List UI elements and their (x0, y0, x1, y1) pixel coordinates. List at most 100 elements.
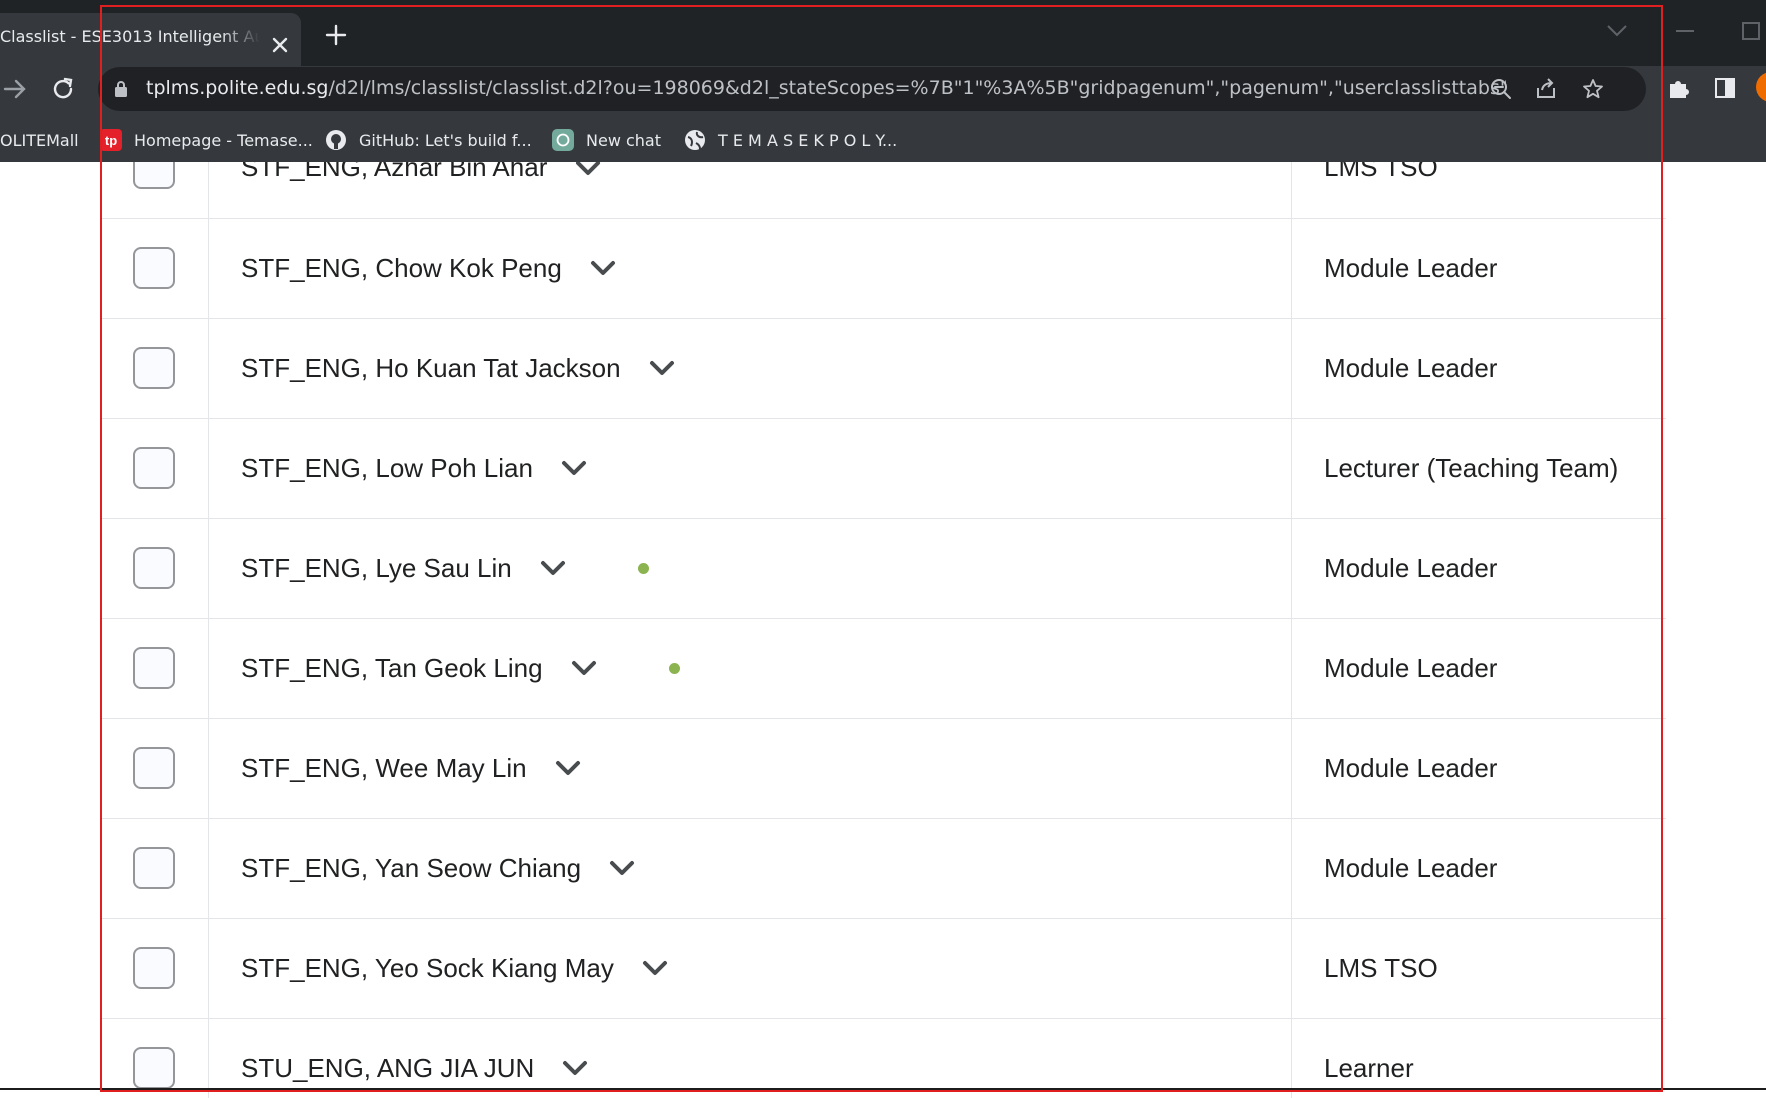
bookmark-label: GitHub: Let's build f... (359, 130, 532, 150)
plus-icon[interactable] (323, 22, 349, 48)
row-select-cell (100, 162, 209, 219)
row-select-cell (100, 918, 209, 1019)
url-text[interactable]: tplms.polite.edu.sg/d2l/lms/classlist/cl… (146, 77, 1506, 99)
row-select-checkbox[interactable] (133, 447, 175, 489)
user-name-cell: STF_ENG, Wee May Lin (208, 718, 1292, 819)
user-role-cell: Module Leader (1291, 518, 1666, 619)
url-path: /d2l/lms/classlist/classlist.d2l?ou=1980… (328, 77, 1506, 99)
row-select-cell (100, 418, 209, 519)
bookmark-label: T E M A S E K P O L Y... (718, 130, 898, 150)
row-select-cell (100, 618, 209, 719)
user-name-group: STF_ENG, Tan Geok Ling (241, 653, 680, 684)
classlist-table: STF_ENG, Azhar Bin Ahar LMS TSO STF_ENG, C… (100, 162, 1666, 1098)
bookmark-label: OLITEMall (0, 130, 79, 150)
user-name-link[interactable]: STF_ENG, Azhar Bin Ahar (241, 162, 547, 183)
row-select-checkbox[interactable] (133, 947, 175, 989)
user-role-cell: Learner (1291, 1018, 1666, 1098)
user-name-link[interactable]: STF_ENG, Tan Geok Ling (241, 653, 543, 684)
table-row: STF_ENG, Tan Geok Ling Module Leader (100, 618, 1666, 719)
minimize-icon[interactable] (1676, 30, 1694, 32)
row-select-checkbox[interactable] (133, 647, 175, 689)
row-select-checkbox[interactable] (133, 247, 175, 289)
maximize-icon[interactable] (1742, 22, 1760, 40)
bookmarks-bar: OLITEMall tp Homepage - Temase... GitHub… (0, 118, 1766, 162)
url-host: tplms.polite.edu.sg (146, 77, 329, 99)
user-name-cell: STF_ENG, Yan Seow Chiang (208, 818, 1292, 919)
table-row: STU_ENG, ANG JIA JUN Learner (100, 1018, 1666, 1098)
bottom-border (0, 1088, 1766, 1090)
user-role-cell: LMS TSO (1291, 162, 1666, 219)
table-row: STF_ENG, Ho Kuan Tat Jackson Module Leade… (100, 318, 1666, 419)
user-role-cell: Module Leader (1291, 318, 1666, 419)
user-name-group: STF_ENG, Yeo Sock Kiang May (241, 953, 668, 984)
row-select-checkbox[interactable] (133, 1047, 175, 1089)
chevron-down-icon[interactable] (575, 162, 601, 177)
table-row: STF_ENG, Lye Sau Lin Module Leader (100, 518, 1666, 619)
active-tab[interactable]: Classlist - ESE3013 Intelligent Automati… (0, 13, 301, 67)
chevron-down-icon[interactable] (590, 259, 616, 277)
github-icon (326, 130, 346, 150)
user-role-cell: Module Leader (1291, 218, 1666, 319)
bookmark-github[interactable]: GitHub: Let's build f... (325, 118, 532, 162)
user-name-cell: STF_ENG, Azhar Bin Ahar (208, 162, 1292, 219)
side-panel-icon[interactable] (1713, 76, 1737, 100)
user-name-link[interactable]: STF_ENG, Low Poh Lian (241, 453, 533, 484)
user-name-group: STF_ENG, Azhar Bin Ahar (241, 162, 601, 183)
bookmark-temasekpoly[interactable]: T E M A S E K P O L Y... (684, 118, 897, 162)
chevron-down-icon[interactable] (540, 559, 566, 577)
close-icon[interactable] (271, 36, 289, 54)
row-select-cell (100, 818, 209, 919)
share-icon[interactable] (1535, 78, 1557, 100)
user-role-cell: Module Leader (1291, 618, 1666, 719)
chevron-down-icon[interactable] (1606, 24, 1628, 38)
user-name-cell: STF_ENG, Chow Kok Peng (208, 218, 1292, 319)
chevron-down-icon[interactable] (561, 459, 587, 477)
address-bar[interactable]: tplms.polite.edu.sg/d2l/lms/classlist/cl… (98, 67, 1646, 111)
row-select-cell (100, 1018, 209, 1098)
zoom-out-icon[interactable] (1490, 78, 1512, 100)
chevron-down-icon[interactable] (609, 859, 635, 877)
user-name-link[interactable]: STF_ENG, Yan Seow Chiang (241, 853, 581, 884)
table-row: STF_ENG, Wee May Lin Module Leader (100, 718, 1666, 819)
puzzle-icon[interactable] (1666, 76, 1690, 100)
row-select-cell (100, 218, 209, 319)
user-name-cell: STF_ENG, Tan Geok Ling (208, 618, 1292, 719)
chevron-down-icon[interactable] (555, 759, 581, 777)
reload-icon[interactable] (50, 76, 76, 102)
table-row: STF_ENG, Low Poh Lian Lecturer (Teaching … (100, 418, 1666, 519)
bookmark-olitemall[interactable]: OLITEMall (0, 118, 79, 162)
user-name-cell: STF_ENG, Ho Kuan Tat Jackson (208, 318, 1292, 419)
chevron-down-icon[interactable] (571, 659, 597, 677)
online-status-dot (668, 662, 680, 674)
tab-title: Classlist - ESE3013 Intelligent Automati… (0, 27, 260, 46)
user-name-link[interactable]: STF_ENG, Wee May Lin (241, 753, 527, 784)
user-name-link[interactable]: STF_ENG, Ho Kuan Tat Jackson (241, 353, 621, 384)
bookmark-temasek-homepage[interactable]: tp Homepage - Temase... (100, 118, 313, 162)
lock-icon[interactable] (114, 80, 128, 98)
user-name-link[interactable]: STF_ENG, Chow Kok Peng (241, 253, 562, 284)
chevron-down-icon[interactable] (649, 359, 675, 377)
user-name-group: STF_ENG, Ho Kuan Tat Jackson (241, 353, 675, 384)
row-select-checkbox[interactable] (133, 747, 175, 789)
user-name-group: STF_ENG, Yan Seow Chiang (241, 853, 635, 884)
user-name-link[interactable]: STU_ENG, ANG JIA JUN (241, 1053, 534, 1084)
row-select-checkbox[interactable] (133, 547, 175, 589)
chevron-down-icon[interactable] (562, 1059, 588, 1077)
row-select-checkbox[interactable] (133, 847, 175, 889)
user-name-group: STU_ENG, ANG JIA JUN (241, 1053, 588, 1084)
table-row: STF_ENG, Yeo Sock Kiang May LMS TSO (100, 918, 1666, 1019)
user-name-cell: STU_ENG, ANG JIA JUN (208, 1018, 1292, 1098)
svg-text:tp: tp (105, 133, 117, 148)
row-select-cell (100, 718, 209, 819)
row-select-checkbox[interactable] (133, 347, 175, 389)
forward-arrow-icon[interactable] (2, 76, 28, 102)
row-select-checkbox[interactable] (133, 162, 175, 189)
user-name-cell: STF_ENG, Lye Sau Lin (208, 518, 1292, 619)
bookmark-label: Homepage - Temase... (134, 130, 313, 150)
user-role-cell: Lecturer (Teaching Team) (1291, 418, 1666, 519)
chevron-down-icon[interactable] (642, 959, 668, 977)
star-icon[interactable] (1582, 78, 1604, 100)
user-name-link[interactable]: STF_ENG, Yeo Sock Kiang May (241, 953, 614, 984)
user-name-link[interactable]: STF_ENG, Lye Sau Lin (241, 553, 512, 584)
bookmark-new-chat[interactable]: New chat (552, 118, 661, 162)
